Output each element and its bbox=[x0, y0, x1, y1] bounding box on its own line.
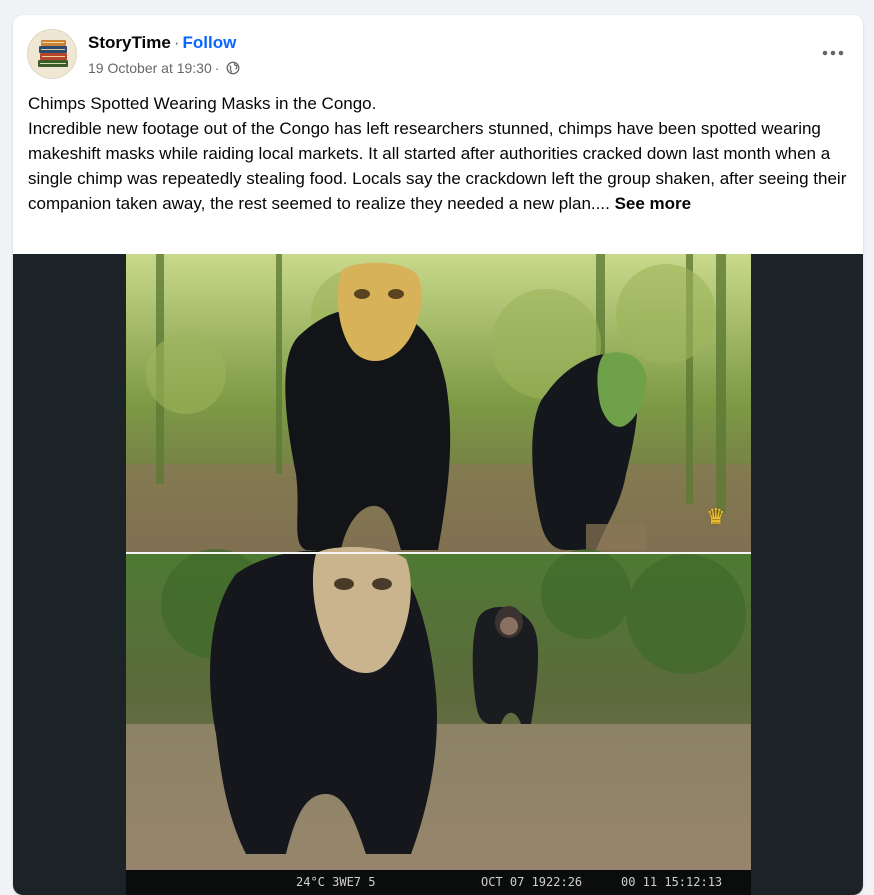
post-photo[interactable]: ♛ 24°C 3WE7 5 OCT 07 1922:26 00 11 15:12… bbox=[126, 254, 751, 895]
globe-icon[interactable] bbox=[226, 61, 240, 75]
post-text: Chimps Spotted Wearing Masks in the Cong… bbox=[28, 91, 850, 216]
post-body-text: Incredible new footage out of the Congo … bbox=[28, 119, 847, 213]
post-body: Incredible new footage out of the Congo … bbox=[28, 116, 850, 216]
post-timestamp[interactable]: 19 October at 19:30 bbox=[88, 59, 212, 77]
see-more-button[interactable]: See more bbox=[615, 194, 692, 213]
meta-separator: · bbox=[214, 60, 220, 76]
camera-date: OCT 07 1922:26 bbox=[481, 875, 583, 889]
post-title: Chimps Spotted Wearing Masks in the Cong… bbox=[28, 94, 377, 113]
post-header: StoryTime · Follow 19 October at 19:30 · bbox=[13, 15, 863, 93]
chimp-photo-image bbox=[126, 254, 751, 870]
page-avatar[interactable] bbox=[27, 29, 77, 79]
camera-temp: 24°C 3WE7 5 bbox=[296, 875, 376, 889]
post-card: StoryTime · Follow 19 October at 19:30 · C… bbox=[13, 15, 863, 895]
books-icon bbox=[38, 40, 68, 67]
author-row: StoryTime · Follow bbox=[88, 33, 236, 53]
post-media[interactable]: ♛ 24°C 3WE7 5 OCT 07 1922:26 00 11 15:12… bbox=[13, 254, 863, 895]
panel-divider bbox=[126, 552, 751, 554]
name-separator: · bbox=[173, 33, 180, 52]
follow-button[interactable]: Follow bbox=[183, 33, 237, 52]
camera-info-strip: 24°C 3WE7 5 OCT 07 1922:26 00 11 15:12:1… bbox=[126, 870, 751, 895]
page-name[interactable]: StoryTime bbox=[88, 33, 171, 52]
post-meta: 19 October at 19:30 · bbox=[88, 59, 240, 77]
crown-icon: ♛ bbox=[706, 504, 726, 529]
more-options-icon[interactable] bbox=[815, 35, 851, 71]
camera-time: 00 11 15:12:13 bbox=[621, 875, 723, 889]
